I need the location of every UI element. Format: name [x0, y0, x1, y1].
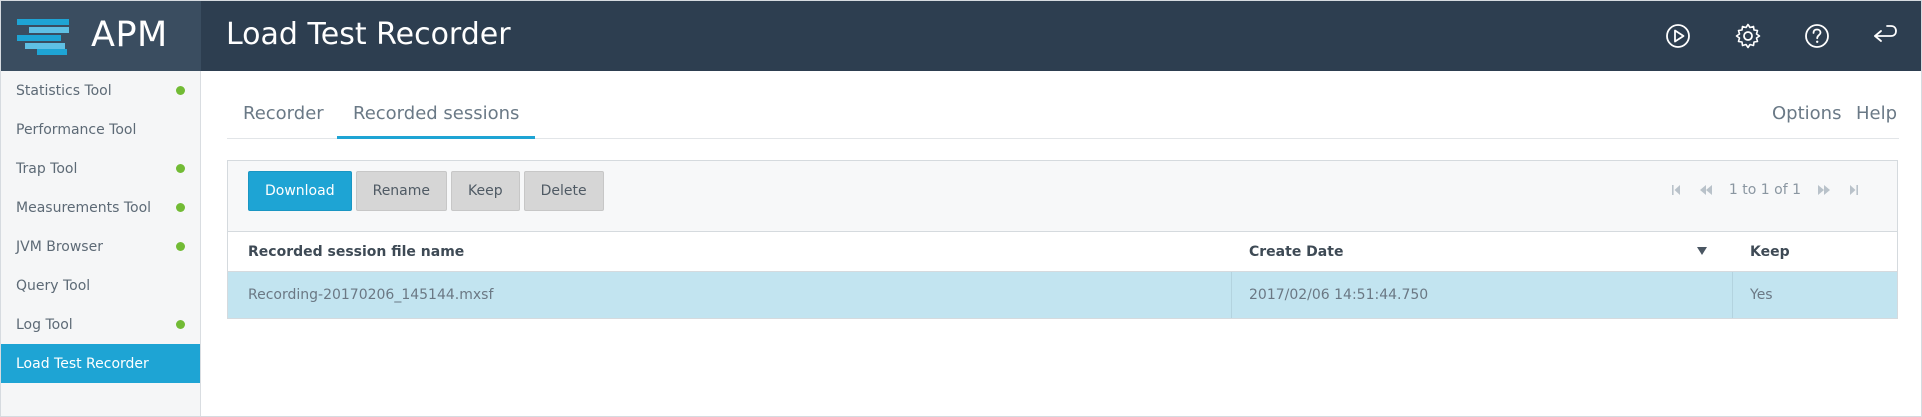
- sidebar-item-label: Performance Tool: [16, 121, 137, 138]
- toolbar: Download Rename Keep Delete: [248, 171, 604, 211]
- sidebar: Statistics Tool Performance Tool Trap To…: [1, 71, 201, 416]
- status-dot: [176, 203, 185, 212]
- app-window: APM Statistics Tool Performance Tool Tra…: [0, 0, 1922, 417]
- sidebar-item-label: Load Test Recorder: [16, 355, 149, 372]
- sidebar-item-label: Statistics Tool: [16, 82, 112, 99]
- help-link[interactable]: Help: [1856, 103, 1897, 124]
- status-dot: [176, 164, 185, 173]
- sidebar-item-jvm-browser[interactable]: JVM Browser: [1, 227, 200, 266]
- sort-descending-icon[interactable]: [1697, 247, 1707, 255]
- page-title: Load Test Recorder: [226, 17, 511, 52]
- first-page-icon[interactable]: [1661, 181, 1691, 199]
- status-dot: [176, 86, 185, 95]
- download-button[interactable]: Download: [248, 171, 352, 211]
- status-dot: [176, 320, 185, 329]
- sidebar-item-load-test-recorder[interactable]: Load Test Recorder: [1, 344, 200, 383]
- keep-button[interactable]: Keep: [451, 171, 520, 211]
- sidebar-item-label: Query Tool: [16, 277, 91, 294]
- sidebar-item-label: Measurements Tool: [16, 199, 152, 216]
- column-header-file-name[interactable]: Recorded session file name: [248, 244, 464, 260]
- sidebar-item-query-tool[interactable]: Query Tool: [1, 266, 200, 305]
- tab-label: Recorder: [243, 103, 324, 124]
- tab-bar: Recorder Recorded sessions Options Help: [227, 71, 1899, 139]
- sidebar-item-measurements-tool[interactable]: Measurements Tool: [1, 188, 200, 227]
- cell-keep: Yes: [1750, 287, 1773, 303]
- gear-icon[interactable]: [1734, 22, 1762, 50]
- apm-logo-icon: [17, 19, 69, 55]
- column-header-create-date[interactable]: Create Date: [1249, 244, 1343, 260]
- logo[interactable]: APM: [1, 1, 201, 71]
- help-icon[interactable]: [1803, 22, 1831, 50]
- previous-page-icon[interactable]: [1691, 181, 1721, 199]
- tab-recorder[interactable]: Recorder: [227, 103, 340, 139]
- sessions-panel: Download Rename Keep Delete 1 to 1 of 1: [227, 160, 1898, 319]
- pagination: 1 to 1 of 1: [1661, 181, 1869, 199]
- cell-create-date: 2017/02/06 14:51:44.750: [1249, 287, 1429, 303]
- column-divider: [1732, 272, 1733, 318]
- options-link[interactable]: Options: [1772, 103, 1841, 124]
- sidebar-item-label: Trap Tool: [16, 160, 78, 177]
- column-divider: [1231, 272, 1232, 318]
- tab-label: Recorded sessions: [353, 103, 520, 124]
- delete-button[interactable]: Delete: [523, 171, 604, 211]
- logo-text: APM: [91, 15, 168, 55]
- play-icon[interactable]: [1664, 22, 1692, 50]
- logout-icon[interactable]: [1871, 22, 1899, 50]
- sidebar-item-performance-tool[interactable]: Performance Tool: [1, 110, 200, 149]
- next-page-icon[interactable]: [1809, 181, 1839, 199]
- sidebar-item-label: Log Tool: [16, 316, 73, 333]
- rename-button[interactable]: Rename: [355, 171, 448, 211]
- column-header-keep[interactable]: Keep: [1750, 244, 1790, 260]
- sidebar-item-trap-tool[interactable]: Trap Tool: [1, 149, 200, 188]
- header-bar: Load Test Recorder: [201, 1, 1921, 71]
- main-content: Recorder Recorded sessions Options Help …: [201, 71, 1921, 416]
- page-indicator: 1 to 1 of 1: [1728, 182, 1801, 198]
- sidebar-item-statistics-tool[interactable]: Statistics Tool: [1, 71, 200, 110]
- status-dot: [176, 242, 185, 251]
- last-page-icon[interactable]: [1839, 181, 1869, 199]
- sidebar-item-label: JVM Browser: [16, 238, 103, 255]
- table-row[interactable]: Recording-20170206_145144.mxsf 2017/02/0…: [228, 272, 1897, 318]
- sidebar-item-log-tool[interactable]: Log Tool: [1, 305, 200, 344]
- table-header: Recorded session file name Create Date K…: [228, 231, 1897, 272]
- tab-recorded-sessions[interactable]: Recorded sessions: [337, 103, 536, 139]
- cell-file-name: Recording-20170206_145144.mxsf: [248, 287, 494, 303]
